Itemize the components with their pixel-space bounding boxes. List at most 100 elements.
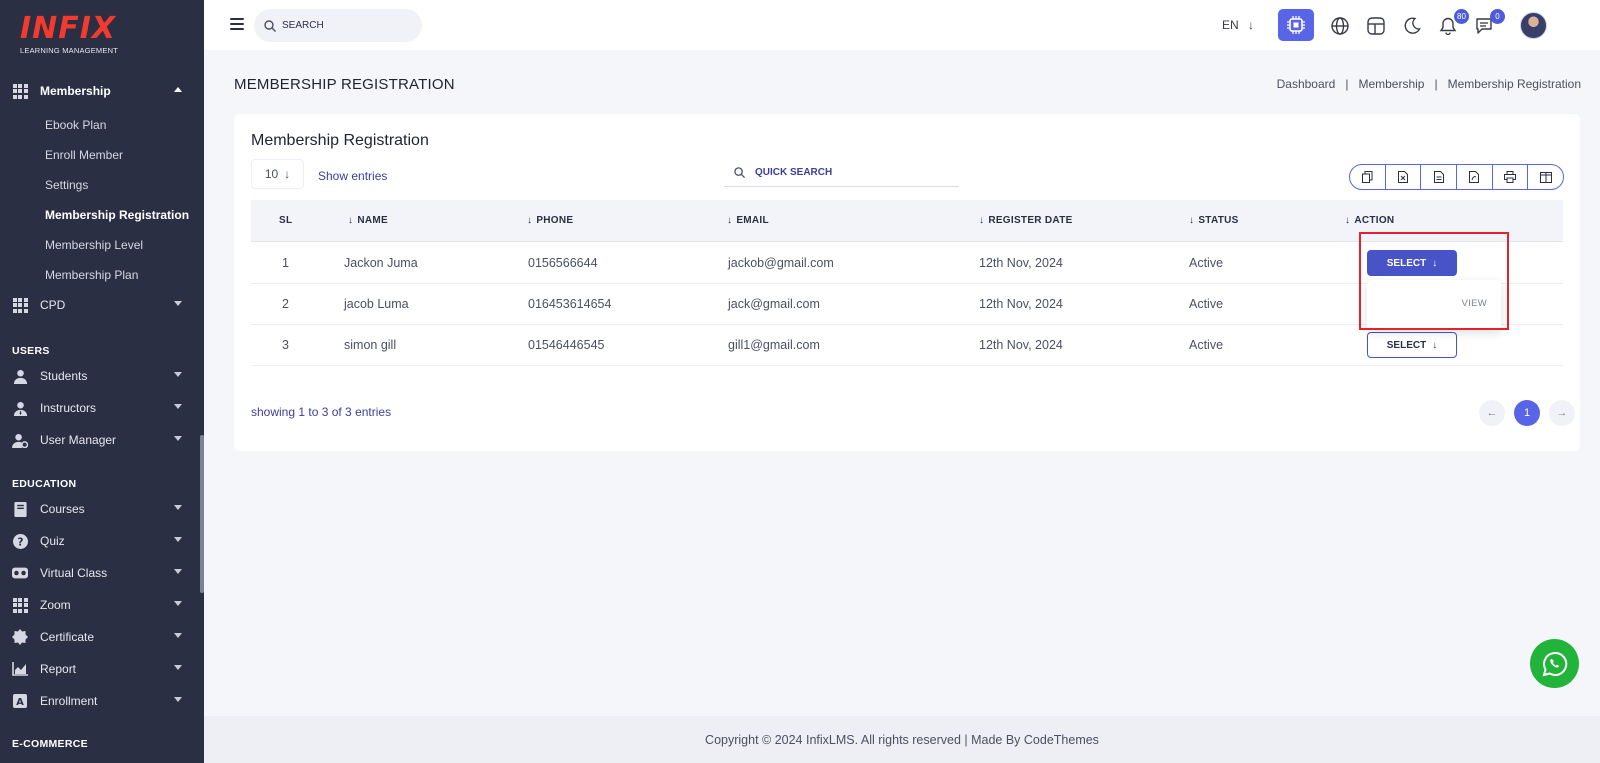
sidebar-item-students[interactable]: Students <box>0 363 200 389</box>
sidebar: INFIX LEARNING MANAGEMENT Membership Ebo… <box>0 0 204 763</box>
pdf-button[interactable] <box>1456 165 1492 189</box>
column-label: SL <box>279 215 293 226</box>
cell-name: Jackon Juma <box>344 256 418 270</box>
cell-email: gill1@gmail.com <box>728 338 820 352</box>
column-header-action[interactable]: ↓ ACTION <box>1345 215 1394 226</box>
arrow-down-icon: ↓ <box>1432 257 1438 269</box>
sidebar-item-cpd[interactable]: CPD <box>0 292 200 318</box>
top-header: EN ↓ 80 0 <box>204 0 1600 50</box>
sidebar-subitem-enroll-member[interactable]: Enroll Member <box>45 148 123 162</box>
breadcrumb-current: Membership Registration <box>1447 77 1581 91</box>
layout-icon <box>1367 17 1385 35</box>
layout-button[interactable] <box>1361 11 1391 41</box>
sidebar-subitem-ebook-plan[interactable]: Ebook Plan <box>45 118 106 132</box>
footer-copyright: Copyright © 2024 InfixLMS. All rights re… <box>705 732 1099 747</box>
arrow-right-icon: → <box>1556 407 1568 419</box>
select-action-button[interactable]: SELECT ↓ <box>1367 250 1457 276</box>
sidebar-item-label: Zoom <box>40 598 71 612</box>
sidebar-item-enrollment[interactable]: A Enrollment <box>0 688 200 714</box>
columns-icon <box>1539 171 1552 183</box>
cell-email: jack@gmail.com <box>728 297 820 311</box>
sidebar-item-label: Quiz <box>40 534 65 548</box>
pagination-page-button[interactable]: 1 <box>1514 400 1540 426</box>
chart-area-icon <box>12 661 28 677</box>
notifications-button[interactable]: 80 <box>1433 9 1469 41</box>
sidebar-item-label: Courses <box>40 502 85 516</box>
sidebar-scrollbar[interactable] <box>200 435 204 593</box>
whatsapp-button[interactable] <box>1530 639 1579 688</box>
file-pdf-icon <box>1469 171 1480 183</box>
column-header-email[interactable]: ↓ EMAIL <box>727 215 769 226</box>
chevron-down-icon <box>174 372 182 377</box>
sidebar-item-virtual-class[interactable]: Virtual Class <box>0 560 200 586</box>
print-button[interactable] <box>1491 165 1528 189</box>
column-label: EMAIL <box>736 215 769 226</box>
brand-logo[interactable]: INFIX LEARNING MANAGEMENT <box>20 14 118 56</box>
select-action-button[interactable]: SELECT ↓ <box>1367 332 1457 358</box>
chip-icon <box>1287 16 1305 34</box>
dropdown-item-view[interactable]: VIEW <box>1462 298 1487 309</box>
entries-select[interactable]: 10 ↓ <box>251 159 304 189</box>
globe-button[interactable] <box>1325 11 1355 41</box>
column-header-name[interactable]: ↓ NAME <box>348 215 388 226</box>
instructor-icon <box>12 400 28 416</box>
breadcrumb-dashboard[interactable]: Dashboard <box>1277 77 1336 91</box>
sidebar-item-report[interactable]: Report <box>0 656 200 682</box>
quick-search-input[interactable] <box>755 166 935 178</box>
sidebar-item-user-manager[interactable]: User Manager <box>0 427 200 453</box>
chevron-down-icon <box>174 404 182 409</box>
select-label: SELECT <box>1386 339 1427 351</box>
sidebar-item-instructors[interactable]: Instructors <box>0 395 200 421</box>
columns-button[interactable] <box>1527 165 1563 189</box>
grid-icon <box>12 597 28 613</box>
action-dropdown-menu: VIEW <box>1367 280 1501 330</box>
breadcrumb-membership[interactable]: Membership <box>1358 77 1424 91</box>
notification-count-badge: 80 <box>1454 9 1469 24</box>
sort-arrow-icon: ↓ <box>727 215 733 226</box>
search-input[interactable] <box>282 20 402 31</box>
section-title-users: USERS <box>12 345 50 357</box>
table-header: SL ↓ NAME ↓ PHONE ↓ EMAIL ↓ REGISTER DATE ↓ S… <box>251 200 1563 242</box>
sidebar-subitem-membership-plan[interactable]: Membership Plan <box>45 268 138 282</box>
sidebar-item-label: Enrollment <box>40 694 98 708</box>
copy-button[interactable] <box>1350 165 1385 189</box>
sidebar-item-quiz[interactable]: ? Quiz <box>0 528 200 554</box>
arrow-left-icon: ← <box>1486 407 1498 419</box>
column-header-phone[interactable]: ↓ PHONE <box>527 215 573 226</box>
user-icon <box>12 368 28 384</box>
cell-sl: 3 <box>282 338 289 352</box>
cpu-chip-button[interactable] <box>1278 9 1314 41</box>
breadcrumb-separator: | <box>1345 77 1349 91</box>
messages-button[interactable]: 0 <box>1469 9 1505 41</box>
pagination-prev-button[interactable]: ← <box>1479 400 1505 426</box>
copy-icon <box>1361 171 1373 183</box>
pagination-next-button[interactable]: → <box>1549 400 1575 426</box>
cell-status: Active <box>1189 297 1224 311</box>
sidebar-item-courses[interactable]: Courses <box>0 496 200 522</box>
chevron-down-icon <box>174 301 182 306</box>
column-header-sl[interactable]: SL <box>279 215 292 226</box>
sidebar-item-zoom[interactable]: Zoom <box>0 592 200 618</box>
sidebar-item-certificate[interactable]: Certificate <box>0 624 200 650</box>
sidebar-subitem-membership-level[interactable]: Membership Level <box>45 238 143 252</box>
section-title-education: EDUCATION <box>12 478 77 490</box>
sort-arrow-icon: ↓ <box>1189 215 1195 226</box>
dark-mode-button[interactable] <box>1397 11 1427 41</box>
sidebar-subitem-membership-registration[interactable]: Membership Registration <box>45 208 189 222</box>
sidebar-item-membership[interactable]: Membership <box>0 78 200 104</box>
column-header-status[interactable]: ↓ STATUS <box>1189 215 1239 226</box>
language-selector[interactable]: EN ↓ <box>1222 18 1254 32</box>
sidebar-subitem-settings[interactable]: Settings <box>45 178 88 192</box>
column-header-register-date[interactable]: ↓ REGISTER DATE <box>979 215 1073 226</box>
cell-sl: 1 <box>282 256 289 270</box>
cell-status: Active <box>1189 256 1224 270</box>
cell-register-date: 12th Nov, 2024 <box>979 338 1063 352</box>
csv-button[interactable] <box>1420 165 1456 189</box>
sidebar-item-label: Certificate <box>40 630 95 644</box>
sidebar-item-label: CPD <box>40 298 66 312</box>
avatar[interactable] <box>1520 12 1547 39</box>
entries-label: Show entries <box>318 169 388 183</box>
column-label: NAME <box>357 215 388 226</box>
excel-button[interactable] <box>1384 165 1421 189</box>
menu-icon[interactable] <box>230 18 244 33</box>
